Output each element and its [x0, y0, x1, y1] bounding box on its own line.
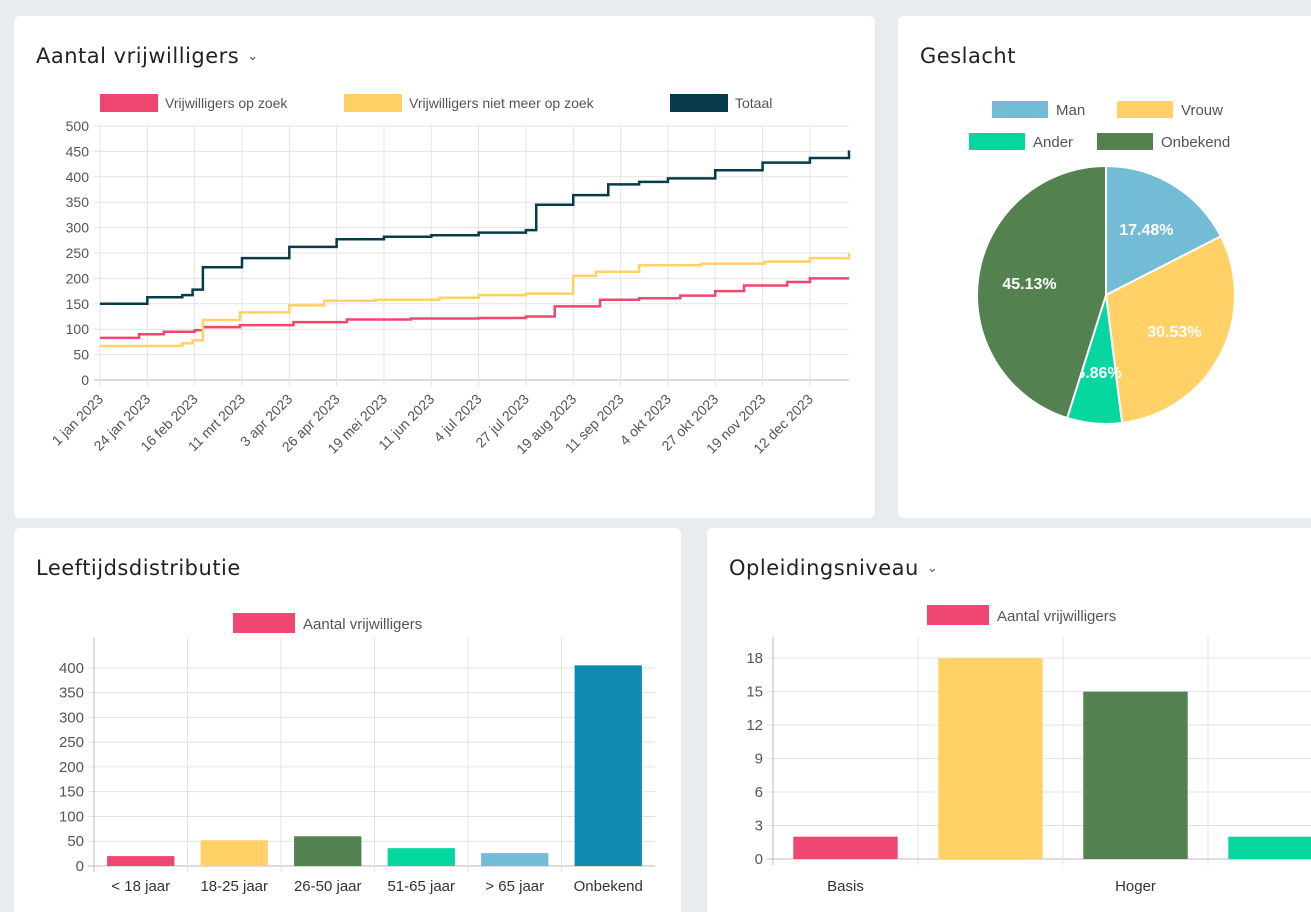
y-tick-label: 150 [59, 784, 84, 801]
bar [938, 658, 1043, 859]
volunteers-line-chart: Vrijwilligers op zoek Vrijwilligers niet … [49, 94, 851, 457]
y-tick-label: 50 [73, 347, 89, 363]
y-tick-label: 500 [66, 118, 90, 134]
legend-label: Ander [1033, 134, 1073, 151]
x-tick-label: 51-65 jaar [387, 878, 455, 895]
bar [574, 665, 642, 866]
bar [1228, 836, 1311, 859]
y-tick-label: 150 [66, 296, 90, 312]
y-tick-label: 450 [66, 143, 90, 159]
bar [107, 856, 175, 866]
x-tick-label: Hoger [1115, 878, 1156, 895]
legend-label: Vrijwilligers op zoek [165, 95, 288, 111]
y-tick-label: 400 [66, 169, 90, 185]
y-tick-label: 3 [755, 818, 763, 835]
age-card: Leeftijdsdistributie Aantal vrijwilliger… [14, 528, 681, 912]
legend-swatch [670, 94, 728, 112]
bar [387, 848, 455, 866]
gender-card: Geslacht Man Vrouw Ander Onbekend 17.48% 30.5… [898, 16, 1311, 518]
x-tick-label: 26-50 jaar [294, 878, 362, 895]
series-line [100, 150, 851, 306]
x-tick-label: 18-25 jaar [200, 878, 268, 895]
y-tick-label: 300 [59, 709, 84, 726]
y-tick-label: 250 [66, 245, 90, 261]
y-tick-label: 100 [59, 808, 84, 825]
legend-label: Aantal vrijwilligers [303, 616, 422, 633]
bar [481, 853, 549, 866]
legend-swatch [1097, 133, 1153, 150]
legend-label: Aantal vrijwilligers [997, 608, 1116, 625]
legend-swatch [927, 605, 989, 625]
y-tick-label: 400 [59, 660, 84, 677]
legend-swatch [233, 613, 295, 633]
y-tick-label: 300 [66, 220, 90, 236]
y-tick-label: 9 [755, 751, 763, 768]
y-tick-label: 200 [66, 270, 90, 286]
y-tick-label: 100 [66, 321, 90, 337]
slice-data-label: 30.53% [1147, 324, 1201, 341]
y-tick-label: 6 [755, 784, 763, 801]
education-card: Opleidingsniveau ⌄ Aantal vrijwilligers 0… [707, 528, 1311, 912]
x-tick-label: Basis [827, 878, 864, 895]
slice-data-label: 17.48% [1119, 222, 1173, 239]
y-tick-label: 250 [59, 734, 84, 751]
legend-swatch [100, 94, 158, 112]
y-tick-label: 50 [67, 833, 84, 850]
legend-label: Onbekend [1161, 134, 1230, 151]
legend-swatch [969, 133, 1025, 150]
bar [793, 836, 898, 859]
bar [200, 840, 268, 866]
volunteers-card: Aantal vrijwilligers ⌄ Vrijwilligers op … [14, 16, 875, 518]
y-tick-label: 0 [81, 372, 89, 388]
age-bar-chart: Aantal vrijwilligers 0 50 100 150 200 250 300 35… [59, 613, 655, 895]
bar [294, 836, 362, 866]
legend-label: Totaal [735, 95, 772, 111]
legend-swatch [992, 101, 1048, 118]
y-tick-label: 350 [59, 685, 84, 702]
y-tick-label: 200 [59, 759, 84, 776]
y-tick-label: 18 [746, 650, 763, 667]
y-tick-label: 0 [755, 851, 763, 868]
y-tick-label: 12 [746, 717, 763, 734]
y-tick-label: 350 [66, 194, 90, 210]
legend-label: Man [1056, 102, 1085, 119]
bar [1083, 691, 1188, 859]
y-tick-label: 0 [76, 858, 84, 875]
legend-swatch [1117, 101, 1173, 118]
legend-label: Vrouw [1181, 102, 1223, 119]
slice-data-label: 45.13% [1002, 276, 1056, 293]
y-tick-label: 15 [746, 684, 763, 701]
x-tick-label: Onbekend [574, 878, 643, 895]
legend-label: Vrijwilligers niet meer op zoek [409, 95, 595, 111]
x-tick-label: > 65 jaar [485, 878, 544, 895]
x-tick-label: < 18 jaar [111, 878, 170, 895]
gender-pie-chart: Man VrouwAnder Onbekend17.48%30.53%6.86%45… [969, 101, 1236, 425]
legend-swatch [344, 94, 402, 112]
education-bar-chart: Aantal vrijwilligers 0 3 6 9 12 15 18 Basis Hoger [746, 605, 1311, 895]
